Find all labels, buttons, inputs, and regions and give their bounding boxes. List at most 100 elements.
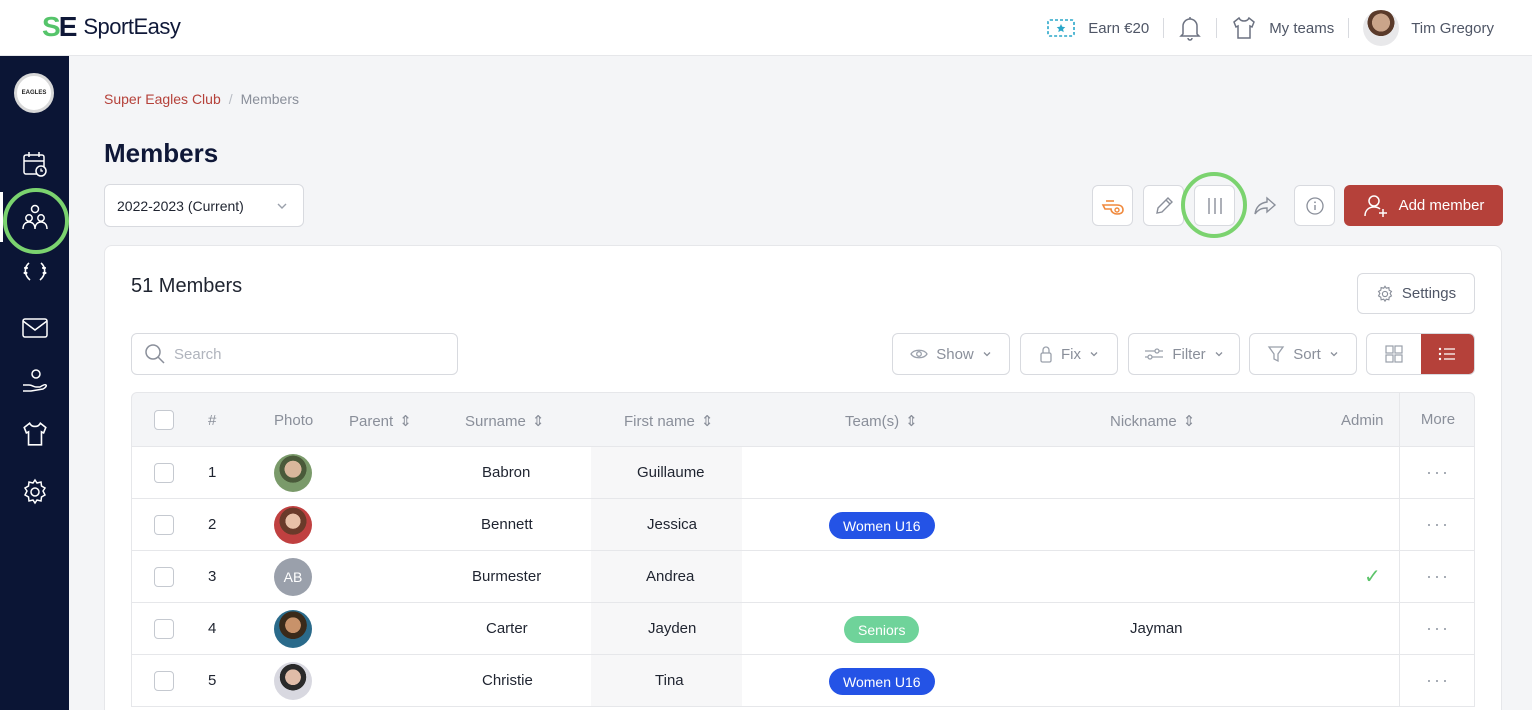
grid-view-button[interactable]	[1367, 334, 1421, 374]
club-badge[interactable]: EAGLES	[14, 73, 54, 113]
row-more-button[interactable]: ···	[1399, 655, 1476, 706]
header-more: More	[1399, 393, 1476, 446]
row-more-button[interactable]: ···	[1399, 447, 1476, 498]
select-all-checkbox[interactable]	[154, 410, 174, 430]
share-arrow-icon	[1253, 195, 1276, 214]
page-title: Members	[104, 138, 219, 168]
row-checkbox[interactable]	[154, 567, 174, 587]
row-more-button[interactable]: ···	[1399, 499, 1476, 550]
breadcrumb-current: Members	[240, 91, 299, 107]
highlight-columns-circle	[1181, 172, 1247, 238]
fix-dropdown[interactable]: Fix	[1020, 333, 1118, 375]
row-surname: Christie	[482, 672, 533, 689]
row-nickname: Jayman	[1130, 620, 1183, 637]
sidebar-item-competitions[interactable]	[19, 256, 51, 288]
season-select[interactable]: 2022-2023 (Current)	[104, 184, 304, 227]
jersey-icon	[23, 421, 47, 446]
sort-arrows-icon: ⇕	[1182, 413, 1196, 430]
table-header: # Photo Parent ⇕ Surname ⇕ First name ⇕ Tea…	[131, 392, 1475, 447]
header-admin: Admin	[1341, 412, 1384, 429]
chevron-down-icon	[1090, 352, 1098, 357]
share-button[interactable]	[1244, 185, 1285, 226]
top-right-menu: Earn €20 My teams Tim Gregory	[1046, 10, 1494, 46]
sidebar-item-calendar[interactable]	[19, 148, 51, 180]
header-first-name[interactable]: First name ⇕	[624, 412, 713, 431]
list-icon	[1439, 347, 1456, 361]
ticket-icon	[1047, 19, 1076, 37]
sort-dropdown[interactable]: Sort	[1249, 333, 1357, 375]
member-photo	[274, 454, 312, 492]
sidebar-item-settings[interactable]	[19, 476, 51, 508]
row-first-name: Guillaume	[637, 464, 705, 481]
table-row[interactable]: 5 Christie Tina Women U16 ···	[131, 655, 1475, 707]
top-bar: SE SportEasy Earn €20 My teams Tim Grego…	[0, 0, 1532, 56]
breadcrumb-club-link[interactable]: Super Eagles Club	[104, 91, 221, 107]
show-dropdown[interactable]: Show	[892, 333, 1010, 375]
info-button[interactable]	[1294, 185, 1335, 226]
member-photo	[274, 610, 312, 648]
edit-button[interactable]	[1143, 185, 1184, 226]
season-select-value: 2022-2023 (Current)	[117, 197, 244, 214]
filter-dropdown[interactable]: Filter	[1128, 333, 1240, 375]
laurel-icon	[23, 262, 47, 281]
divider	[1163, 18, 1165, 38]
table-row[interactable]: 1 Babron Guillaume ···	[131, 447, 1475, 499]
header-photo: Photo	[274, 412, 314, 429]
sidebar-item-messages[interactable]	[19, 312, 51, 344]
sidebar-item-teams[interactable]	[19, 418, 51, 450]
table-row[interactable]: 2 Bennett Jessica Women U16 ···	[131, 499, 1475, 551]
breadcrumb: Super Eagles Club / Members	[104, 91, 299, 107]
earn-link[interactable]: Earn €20	[1046, 17, 1149, 39]
sidebar-item-sponsors[interactable]	[19, 365, 51, 397]
table-row[interactable]: 4 Carter Jayden Seniors Jayman ···	[131, 603, 1475, 655]
header-first-name-label: First name	[624, 412, 695, 430]
header-nickname-label: Nickname	[1110, 412, 1177, 430]
row-first-name: Jessica	[647, 516, 698, 533]
sort-arrows-icon: ⇕	[531, 413, 545, 430]
chevron-down-icon	[983, 352, 991, 357]
team-badge[interactable]: Seniors	[844, 616, 920, 643]
table-row[interactable]: 3 AB Burmester Andrea ✓ ···	[131, 551, 1475, 603]
header-teams[interactable]: Team(s) ⇕	[845, 412, 918, 431]
header-teams-label: Team(s)	[845, 412, 900, 430]
row-number: 3	[208, 568, 217, 585]
row-checkbox[interactable]	[154, 463, 174, 483]
row-more-button[interactable]: ···	[1399, 551, 1476, 602]
add-member-button[interactable]: Add member	[1344, 185, 1503, 226]
member-photo	[274, 662, 312, 700]
row-checkbox[interactable]	[154, 619, 174, 639]
settings-button[interactable]: Settings	[1357, 273, 1475, 314]
lock-icon	[1040, 346, 1052, 363]
header-nickname[interactable]: Nickname ⇕	[1110, 412, 1196, 431]
view-toggle	[1366, 333, 1475, 375]
team-badge[interactable]: Women U16	[829, 512, 935, 539]
info-icon	[1305, 196, 1324, 215]
header-parent[interactable]: Parent ⇕	[349, 412, 412, 431]
header-surname[interactable]: Surname ⇕	[465, 412, 545, 431]
list-view-button[interactable]	[1420, 334, 1474, 374]
sliders-icon	[1145, 348, 1164, 360]
search-box[interactable]	[131, 333, 458, 375]
sort-arrows-icon: ⇕	[399, 413, 412, 430]
team-badge[interactable]: Women U16	[829, 668, 935, 695]
user-menu[interactable]: Tim Gregory	[1363, 10, 1494, 46]
calendar-icon	[23, 152, 47, 177]
search-input[interactable]	[174, 345, 444, 363]
search-icon	[145, 344, 165, 364]
whistle-button[interactable]	[1092, 185, 1133, 226]
bell-icon[interactable]	[1178, 14, 1202, 42]
row-checkbox[interactable]	[154, 515, 174, 535]
row-more-button[interactable]: ···	[1399, 603, 1476, 654]
my-teams-link[interactable]: My teams	[1231, 15, 1334, 41]
row-checkbox[interactable]	[154, 671, 174, 691]
grid-icon	[1385, 345, 1403, 363]
header-parent-label: Parent	[349, 412, 394, 430]
settings-label: Settings	[1401, 285, 1457, 302]
fix-label: Fix	[1061, 345, 1081, 363]
header-surname-label: Surname	[465, 412, 526, 430]
pencil-icon	[1155, 196, 1173, 214]
row-number: 5	[208, 672, 217, 689]
row-number: 2	[208, 516, 217, 533]
sporteasy-logo[interactable]: SE SportEasy	[42, 11, 181, 43]
members-table: # Photo Parent ⇕ Surname ⇕ First name ⇕ Tea…	[131, 392, 1475, 707]
